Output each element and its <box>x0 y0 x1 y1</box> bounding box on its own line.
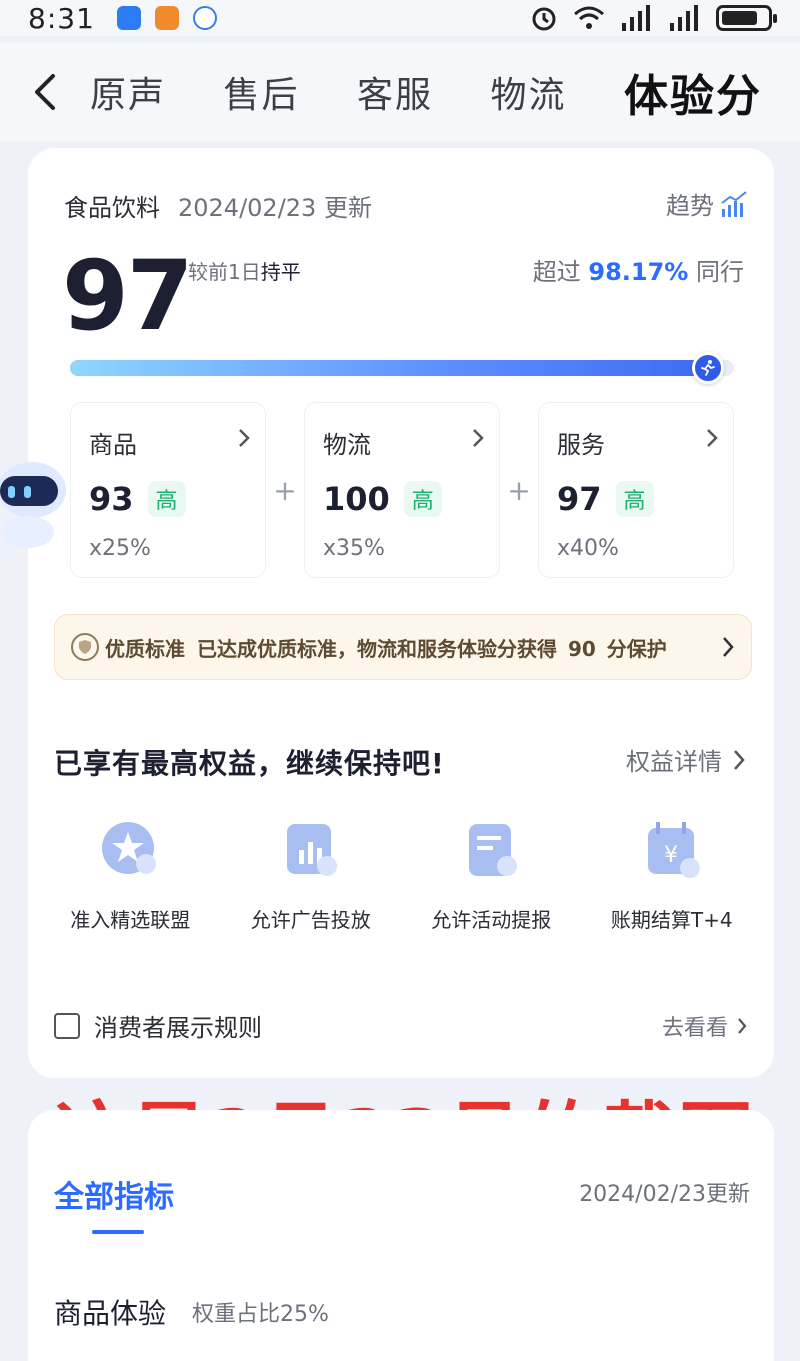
signal-icon <box>670 5 698 31</box>
chevron-right-icon <box>473 429 484 447</box>
metric-card-goods[interactable]: 商品 93 高 x25% <box>70 402 266 578</box>
status-app-icons <box>116 6 217 30</box>
experience-score: 97 <box>62 240 194 352</box>
indicators-card: 全部指标 2024/02/23更新 商品体验 权重占比25% <box>28 1110 774 1361</box>
peer-ranking: 超过 98.17% 同行 <box>533 252 744 287</box>
score-card: 食品饮料 2024/02/23 更新 趋势 97 较前1日持平 超过 98.17… <box>28 148 774 1182</box>
tab-underline <box>92 1230 144 1234</box>
tab-customer-service[interactable]: 客服 <box>357 66 433 118</box>
chevron-right-icon <box>734 749 745 770</box>
status-indicators <box>530 4 777 32</box>
status-time: 8:31 <box>28 1 95 35</box>
beat-suffix: 同行 <box>696 258 744 286</box>
category-name: 食品饮料 <box>64 194 160 222</box>
quality-text-before: 已达成优质标准，物流和服务体验分获得 <box>197 636 557 661</box>
compare-state: 持平 <box>260 260 301 284</box>
tab-experience-score[interactable]: 体验分 <box>624 60 762 124</box>
metric-value: 97 <box>557 480 602 518</box>
metric-weight: x25% <box>89 536 151 561</box>
update-date: 2024/02/23 更新 <box>178 194 372 222</box>
wifi-icon <box>574 6 604 29</box>
rules-link-label: 去看看 <box>661 1015 728 1041</box>
rights-heading: 已享有最高权益，继续保持吧! <box>54 747 445 780</box>
app-notification-icon <box>116 6 141 30</box>
rights-link-label: 权益详情 <box>626 748 722 776</box>
shield-icon <box>71 633 99 661</box>
rules-label: 消费者展示规则 <box>94 1014 262 1042</box>
trend-link[interactable]: 趋势 <box>666 186 748 221</box>
metric-card-logistics[interactable]: 物流 100 高 x35% <box>304 402 500 578</box>
consumer-rules-row[interactable]: 消费者展示规则 去看看 <box>54 1008 748 1043</box>
status-bar: 8:31 <box>0 0 800 36</box>
app-notification-icon <box>154 6 179 30</box>
metric-weight: x40% <box>557 536 619 561</box>
metric-level-badge: 高 <box>403 481 442 517</box>
benefit-item[interactable]: ¥ 账期结算T+4 <box>587 818 757 933</box>
svg-text:¥: ¥ <box>664 843 678 868</box>
metric-weight: x35% <box>323 536 385 561</box>
quality-standard-banner[interactable]: 优质标准 已达成优质标准，物流和服务体验分获得 90 分保护 <box>54 614 752 680</box>
calendar-yen-icon: ¥ <box>640 818 704 882</box>
compare-prefix: 较前1日 <box>188 260 261 284</box>
quality-label: 优质标准 <box>105 636 185 661</box>
metric-card-service[interactable]: 服务 97 高 x40% <box>538 402 734 578</box>
chevron-right-icon <box>738 1017 747 1034</box>
runner-icon <box>692 352 725 384</box>
goods-weight: 权重占比25% <box>192 1302 329 1327</box>
chevron-left-icon <box>35 74 55 110</box>
benefit-label: 账期结算T+4 <box>610 908 733 932</box>
signal-icon <box>622 5 650 31</box>
indicators-update-date: 2024/02/23更新 <box>579 1182 750 1207</box>
metric-level-badge: 高 <box>147 481 186 517</box>
metric-value: 100 <box>323 480 390 518</box>
chevron-right-icon <box>239 429 250 447</box>
trend-chart-icon <box>721 190 747 217</box>
tab-logistics[interactable]: 物流 <box>491 66 567 118</box>
rights-details-link[interactable]: 权益详情 <box>626 742 746 777</box>
beat-prefix: 超过 <box>532 258 581 286</box>
benefit-label: 允许广告投放 <box>250 908 371 932</box>
assistant-robot-icon[interactable] <box>0 450 70 550</box>
quality-points: 90 <box>567 636 596 661</box>
nav-tabs: 原声 售后 客服 物流 体验分 <box>90 60 800 124</box>
chevron-right-icon <box>707 429 718 447</box>
top-nav: 原声 售后 客服 物流 体验分 <box>0 42 800 142</box>
tab-original-voice[interactable]: 原声 <box>90 66 166 118</box>
metric-value: 93 <box>89 480 134 518</box>
benefit-label: 准入精选联盟 <box>70 908 191 932</box>
benefit-item[interactable]: 允许广告投放 <box>226 818 396 933</box>
quality-text: 已达成优质标准，物流和服务体验分获得 90 分保护 <box>197 633 667 662</box>
plus-sign: + <box>507 473 531 507</box>
quality-text-after: 分保护 <box>606 636 667 661</box>
category-row: 食品饮料 2024/02/23 更新 <box>64 188 372 223</box>
rules-list-icon <box>54 1012 80 1039</box>
metric-level-badge: 高 <box>615 481 654 517</box>
chevron-right-icon <box>723 637 734 657</box>
score-progress-bar <box>70 352 734 384</box>
benefit-item[interactable]: 允许活动提报 <box>406 818 576 933</box>
document-icon <box>459 818 523 882</box>
benefit-label: 允许活动提报 <box>431 908 552 932</box>
goods-experience-title: 商品体验 <box>54 1297 167 1330</box>
back-button[interactable] <box>0 42 90 142</box>
tab-after-sales[interactable]: 售后 <box>224 66 300 118</box>
battery-icon <box>716 5 777 31</box>
trend-label: 趋势 <box>666 192 714 220</box>
benefit-list: 准入精选联盟 允许广告投放 允许活动提报 ¥ 账期结算T+4 <box>28 818 774 933</box>
app-notification-icon <box>192 6 217 30</box>
tab-all-indicators[interactable]: 全部指标 <box>54 1172 174 1216</box>
beat-percent: 98.17% <box>588 258 689 286</box>
plus-sign: + <box>273 473 297 507</box>
rules-link[interactable]: 去看看 <box>662 1010 748 1042</box>
progress-fill <box>70 360 715 376</box>
alarm-icon <box>532 7 556 31</box>
star-badge-icon <box>98 818 162 882</box>
chart-icon <box>279 818 343 882</box>
benefit-item[interactable]: 准入精选联盟 <box>45 818 215 933</box>
sub-scores: 商品 93 高 x25% + 物流 100 高 x35% + 服务 97 高 x… <box>70 402 734 578</box>
compare-previous-day: 较前1日持平 <box>188 256 301 285</box>
